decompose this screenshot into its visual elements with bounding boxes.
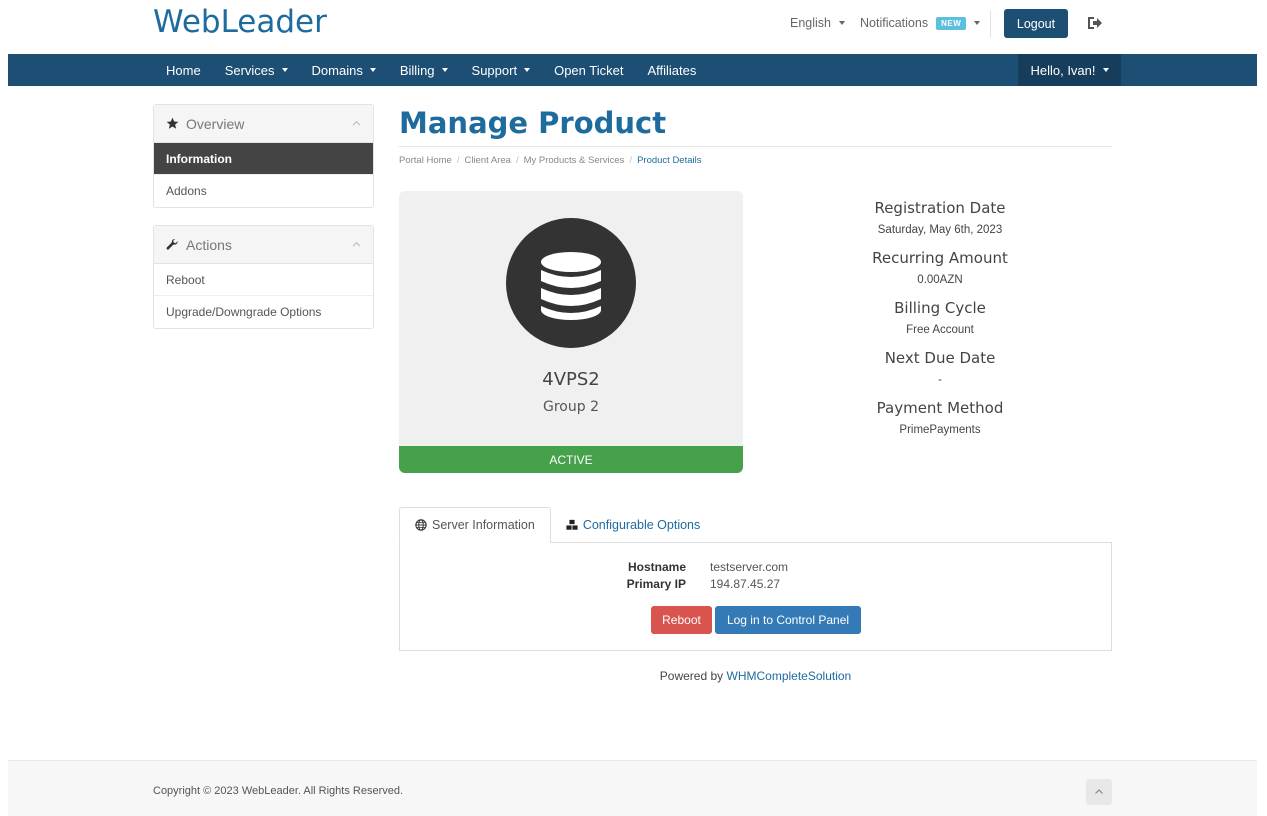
wrench-icon	[166, 238, 178, 250]
tab-server-information[interactable]: Server Information	[399, 507, 551, 543]
actions-title: Actions	[186, 236, 232, 253]
nav-items: Home Services Domains Billing Support Open Ti…	[166, 54, 708, 86]
new-badge: NEW	[936, 16, 967, 30]
primary-ip-label: Primary IP	[626, 577, 686, 591]
nav-item-affiliates[interactable]: Affiliates	[635, 54, 708, 86]
sidebar-item-addons[interactable]: Addons	[154, 175, 373, 207]
detail-value: PrimePayments	[899, 424, 981, 436]
caret-down-icon	[839, 21, 845, 25]
top-header: WebLeader English Notifications NEW Logo…	[0, 0, 1267, 54]
control-panel-login-button[interactable]: Log in to Control Panel	[715, 606, 861, 634]
nav-item-label: Domains	[311, 62, 363, 78]
actions-panel: Actions Reboot Upgrade/Downgrade Options	[153, 225, 374, 329]
detail-label: Payment Method	[876, 399, 1004, 417]
detail-value: Saturday, May 6th, 2023	[877, 224, 1003, 236]
breadcrumb-my-products[interactable]: My Products & Services	[524, 155, 625, 166]
language-label: English	[790, 16, 831, 30]
notifications-label: Notifications	[860, 16, 929, 30]
footer: Copyright © 2023 WebLeader. All Rights R…	[8, 760, 1257, 816]
nav-item-label: Services	[224, 62, 275, 78]
server-information-panel: Hostname testserver.com Primary IP 194.8…	[399, 542, 1112, 651]
actions-panel-header[interactable]: Actions	[154, 226, 373, 264]
primary-ip-value: 194.87.45.27	[710, 577, 781, 591]
tab-configurable-options-label: Configurable Options	[582, 518, 701, 532]
caret-down-icon	[1102, 68, 1109, 72]
chevron-up-icon[interactable]	[352, 240, 361, 249]
nav-item-label: Support	[471, 62, 518, 78]
title-divider	[399, 146, 1112, 147]
powered-by: Powered by WHMCompleteSolution	[399, 669, 1112, 683]
notifications-dropdown[interactable]: Notifications NEW	[860, 16, 981, 30]
reboot-button[interactable]: Reboot	[651, 606, 712, 634]
nav-item-billing[interactable]: Billing	[388, 54, 460, 86]
main-navbar: Home Services Domains Billing Support Open Ti…	[8, 54, 1257, 86]
page-title: Manage Product	[399, 106, 667, 140]
copyright-text: Copyright © 2023 WebLeader. All Rights R…	[153, 785, 404, 797]
detail-value: 0.00AZN	[917, 274, 963, 286]
globe-icon	[415, 519, 427, 531]
hostname-label: Hostname	[627, 560, 686, 574]
sign-out-icon[interactable]	[1086, 14, 1104, 32]
caret-down-icon	[441, 68, 448, 72]
nav-item-label: Affiliates	[647, 62, 697, 78]
back-to-top-button[interactable]	[1086, 779, 1112, 805]
language-dropdown[interactable]: English	[790, 16, 845, 30]
user-greeting: Hello, Ivan!	[1030, 62, 1096, 78]
nav-item-services[interactable]: Services	[213, 54, 300, 86]
product-card: 4VPS2 Group 2 ACTIVE	[399, 191, 743, 473]
product-icon-circle	[506, 218, 636, 348]
database-icon	[541, 252, 601, 320]
sidebar-item-upgrade-downgrade[interactable]: Upgrade/Downgrade Options	[154, 296, 373, 328]
breadcrumb-separator: /	[456, 155, 460, 166]
star-icon	[166, 117, 179, 129]
sidebar-item-information[interactable]: Information	[154, 143, 373, 175]
product-tabs: Server Information Configurable Options	[399, 507, 715, 543]
product-details: Registration Date Saturday, May 6th, 2023…	[770, 197, 1110, 447]
nav-item-support[interactable]: Support	[460, 54, 543, 86]
breadcrumb-product-details: Product Details	[637, 155, 702, 166]
overview-panel: Overview Information Addons	[153, 104, 374, 208]
product-group: Group 2	[543, 399, 599, 415]
detail-label: Recurring Amount	[872, 249, 1008, 267]
nav-item-domains[interactable]: Domains	[300, 54, 388, 86]
breadcrumb-separator: /	[515, 155, 519, 166]
overview-panel-header[interactable]: Overview	[154, 105, 373, 143]
overview-title: Overview	[186, 115, 245, 132]
caret-down-icon	[974, 21, 981, 25]
tab-server-information-label: Server Information	[432, 518, 535, 532]
header-divider	[990, 10, 991, 38]
detail-value: Free Account	[906, 324, 974, 336]
site-logo[interactable]: WebLeader	[153, 4, 327, 40]
hostname-value: testserver.com	[710, 560, 789, 574]
detail-value: -	[938, 374, 942, 386]
user-menu-dropdown[interactable]: Hello, Ivan!	[1018, 54, 1121, 86]
nav-item-label: Open Ticket	[554, 62, 624, 78]
breadcrumb-client-area[interactable]: Client Area	[464, 155, 510, 166]
sidebar-item-reboot[interactable]: Reboot	[154, 264, 373, 296]
caret-down-icon	[369, 68, 376, 72]
cubes-icon	[566, 519, 578, 530]
caret-down-icon	[281, 68, 288, 72]
detail-label: Billing Cycle	[894, 299, 986, 317]
chevron-up-icon[interactable]	[352, 119, 361, 128]
nav-item-label: Billing	[399, 62, 435, 78]
status-badge: ACTIVE	[399, 446, 743, 473]
chevron-up-icon	[1095, 789, 1103, 794]
detail-label: Next Due Date	[884, 349, 996, 367]
powered-by-prefix: Powered by	[659, 669, 724, 683]
product-name: 4VPS2	[542, 369, 600, 390]
tab-configurable-options[interactable]: Configurable Options	[551, 507, 715, 543]
nav-item-label: Home	[166, 62, 201, 78]
breadcrumb-separator: /	[629, 155, 633, 166]
detail-label: Registration Date	[874, 199, 1006, 217]
whmcs-link[interactable]: WHMCompleteSolution	[727, 669, 852, 683]
breadcrumb: Portal Home / Client Area / My Products …	[399, 155, 701, 166]
nav-item-home[interactable]: Home	[166, 54, 213, 86]
caret-down-icon	[524, 68, 531, 72]
breadcrumb-portal-home[interactable]: Portal Home	[399, 155, 452, 166]
nav-item-open-ticket[interactable]: Open Ticket	[542, 54, 635, 86]
logout-button[interactable]: Logout	[1004, 9, 1068, 38]
